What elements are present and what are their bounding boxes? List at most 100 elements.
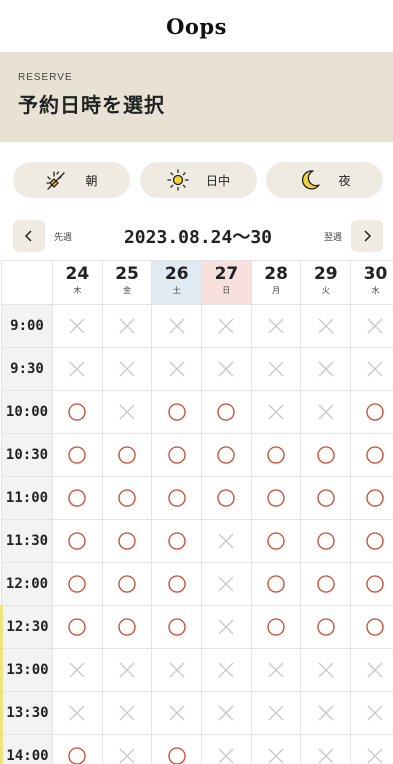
unavailable-slot — [52, 648, 103, 692]
available-slot[interactable] — [52, 605, 103, 649]
available-slot[interactable] — [52, 519, 103, 563]
available-circle-icon — [217, 489, 236, 508]
available-circle-icon — [118, 446, 137, 465]
available-circle-icon — [68, 575, 87, 594]
filter-morning-label: 朝 — [85, 173, 98, 188]
unavailable-slot — [350, 648, 393, 692]
available-slot[interactable] — [101, 562, 153, 606]
available-circle-icon — [316, 489, 335, 508]
day-header: 25 金 — [101, 260, 153, 305]
available-circle-icon — [316, 446, 335, 465]
unavailable-slot — [250, 691, 302, 735]
available-slot[interactable] — [201, 476, 252, 520]
filter-night-button[interactable]: 夜 — [266, 162, 383, 198]
available-slot[interactable] — [101, 605, 153, 649]
time-row: 12:30 — [0, 605, 393, 649]
day-number: 24 — [65, 264, 90, 284]
day-header: 26 土 — [151, 260, 203, 305]
unavailable-cross-icon — [169, 361, 185, 377]
time-row: 11:30 — [1, 519, 393, 563]
available-slot[interactable] — [151, 476, 203, 520]
unavailable-cross-icon — [268, 361, 284, 377]
week-navigation: 先週 2023.08.24〜30 翌週 — [0, 220, 393, 252]
available-slot[interactable] — [151, 605, 203, 649]
available-slot[interactable] — [350, 605, 393, 649]
available-circle-icon — [217, 446, 236, 465]
available-slot[interactable] — [250, 562, 302, 606]
available-slot[interactable] — [151, 433, 203, 477]
available-circle-icon — [167, 747, 186, 764]
available-slot[interactable] — [350, 433, 393, 477]
time-row: 12:00 — [1, 562, 393, 606]
unavailable-cross-icon — [119, 662, 135, 678]
unavailable-slot — [201, 562, 252, 606]
unavailable-slot — [201, 691, 252, 735]
available-circle-icon — [68, 403, 87, 422]
prev-week-label[interactable]: 先週 — [54, 230, 72, 243]
available-circle-icon — [68, 747, 87, 764]
time-label: 9:00 — [1, 304, 53, 348]
available-slot[interactable] — [52, 433, 103, 477]
available-slot[interactable] — [151, 734, 203, 764]
logo[interactable]: Oops — [166, 14, 227, 39]
available-circle-icon — [167, 575, 186, 594]
available-slot[interactable] — [101, 519, 153, 563]
unavailable-cross-icon — [169, 662, 185, 678]
available-slot[interactable] — [201, 390, 252, 434]
available-slot[interactable] — [52, 562, 103, 606]
available-slot[interactable] — [52, 476, 103, 520]
available-slot[interactable] — [101, 433, 153, 477]
filter-daytime-button[interactable]: 日中 — [139, 162, 257, 198]
filter-morning-button[interactable]: 朝 — [13, 162, 130, 198]
available-slot[interactable] — [300, 476, 352, 520]
unavailable-slot — [201, 347, 252, 391]
available-slot[interactable] — [250, 605, 302, 649]
available-slot[interactable] — [151, 519, 203, 563]
next-week-label[interactable]: 翌週 — [324, 230, 342, 243]
unavailable-slot — [52, 347, 103, 391]
unavailable-slot — [52, 304, 103, 348]
available-slot[interactable] — [201, 433, 252, 477]
available-slot[interactable] — [300, 433, 352, 477]
available-slot[interactable] — [250, 519, 302, 563]
available-slot[interactable] — [52, 390, 103, 434]
available-circle-icon — [366, 403, 385, 422]
available-slot[interactable] — [250, 476, 302, 520]
page-title: 予約日時を選択 — [18, 93, 165, 117]
app-header: Oops — [0, 0, 393, 52]
available-slot[interactable] — [250, 433, 302, 477]
time-label: 14:00 — [0, 734, 53, 764]
available-circle-icon — [167, 489, 186, 508]
time-label: 12:00 — [1, 562, 53, 606]
available-slot[interactable] — [300, 562, 352, 606]
time-row: 10:00 — [1, 390, 393, 434]
time-row: 11:00 — [1, 476, 393, 520]
unavailable-slot — [350, 304, 393, 348]
chevron-right-icon — [364, 230, 372, 242]
unavailable-cross-icon — [268, 748, 284, 764]
unavailable-slot — [201, 605, 252, 649]
available-circle-icon — [366, 575, 385, 594]
available-circle-icon — [118, 575, 137, 594]
available-slot[interactable] — [350, 562, 393, 606]
next-week-button[interactable] — [350, 220, 383, 252]
day-weekday: 水 — [371, 286, 380, 295]
available-circle-icon — [366, 618, 385, 637]
unavailable-cross-icon — [318, 404, 334, 420]
available-slot[interactable] — [101, 476, 153, 520]
available-slot[interactable] — [300, 519, 352, 563]
available-slot[interactable] — [350, 519, 393, 563]
unavailable-slot — [300, 691, 352, 735]
available-slot[interactable] — [151, 390, 203, 434]
unavailable-cross-icon — [218, 533, 234, 549]
available-circle-icon — [118, 532, 137, 551]
prev-week-button[interactable] — [13, 220, 45, 252]
available-slot[interactable] — [300, 605, 352, 649]
available-slot[interactable] — [350, 476, 393, 520]
grid-corner — [1, 260, 53, 305]
time-of-day-filters: 朝 日中 夜 — [0, 142, 393, 198]
available-slot[interactable] — [52, 734, 103, 764]
available-circle-icon — [167, 403, 186, 422]
available-slot[interactable] — [151, 562, 203, 606]
available-slot[interactable] — [350, 390, 393, 434]
